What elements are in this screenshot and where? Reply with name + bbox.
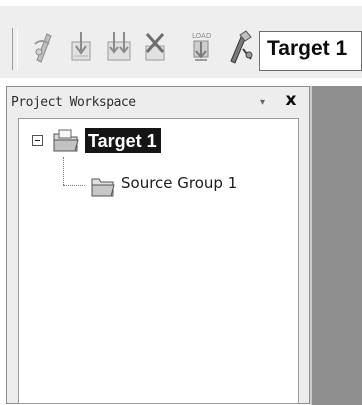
target-folder-icon: [52, 128, 80, 158]
stop-build-icon: [142, 30, 168, 64]
stop-build-button[interactable]: [140, 26, 170, 68]
download-icon: LOAD: [189, 29, 213, 65]
target-options-button[interactable]: [226, 26, 256, 68]
tree-connector: [63, 185, 85, 186]
rebuild-all-button[interactable]: [104, 26, 134, 68]
translate-icon: [31, 30, 55, 64]
translate-button[interactable]: [28, 26, 58, 68]
project-workspace-panel: Project Workspace ▾ x Target 1 Source Gr…: [6, 86, 310, 404]
source-group-folder-icon: [90, 174, 116, 202]
editor-area: [312, 86, 362, 405]
rebuild-all-icon: [105, 30, 133, 64]
target-options-icon: [227, 29, 255, 65]
toolbar-grip[interactable]: [12, 28, 18, 70]
panel-close-button[interactable]: x: [281, 90, 301, 110]
svg-text:LOAD: LOAD: [192, 32, 211, 40]
build-button[interactable]: [66, 26, 96, 68]
build-toolbar: LOAD Target 1: [0, 6, 362, 78]
collapse-toggle-icon[interactable]: [32, 135, 43, 146]
download-button[interactable]: LOAD: [186, 26, 216, 68]
build-icon: [68, 30, 94, 64]
project-tree[interactable]: Target 1 Source Group 1: [18, 118, 299, 404]
uvision-window: LOAD Target 1 Project Workspace ▾ x Targ…: [0, 0, 362, 405]
select-target-value: Target 1: [267, 37, 348, 60]
tree-node-target[interactable]: Target 1: [85, 128, 161, 153]
tree-connector: [63, 157, 64, 185]
panel-menu-icon[interactable]: ▾: [260, 97, 265, 108]
select-target-combobox[interactable]: Target 1: [259, 31, 362, 71]
panel-title: Project Workspace: [11, 95, 136, 110]
tree-node-source-group[interactable]: Source Group 1: [121, 174, 237, 192]
